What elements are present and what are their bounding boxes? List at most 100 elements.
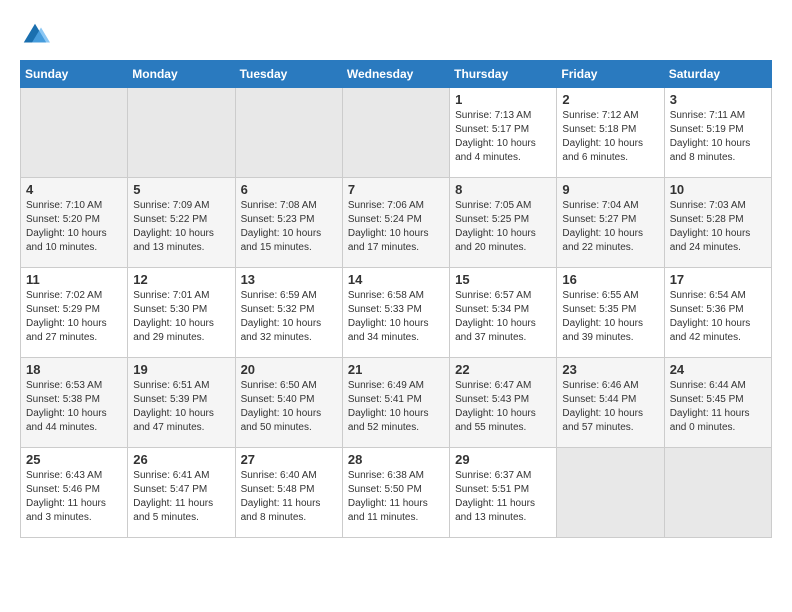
day-number: 8: [455, 182, 551, 197]
day-number: 2: [562, 92, 658, 107]
day-number: 25: [26, 452, 122, 467]
day-info: Sunrise: 6:37 AM Sunset: 5:51 PM Dayligh…: [455, 469, 551, 525]
day-info: Sunrise: 6:58 AM Sunset: 5:33 PM Dayligh…: [348, 289, 444, 345]
day-info: Sunrise: 6:47 AM Sunset: 5:43 PM Dayligh…: [455, 379, 551, 435]
calendar-cell: 13 Sunrise: 6:59 AM Sunset: 5:32 PM Dayli…: [235, 268, 342, 358]
day-info: Sunrise: 7:09 AM Sunset: 5:22 PM Dayligh…: [133, 199, 229, 255]
calendar-cell: 25 Sunrise: 6:43 AM Sunset: 5:46 PM Dayli…: [21, 448, 128, 538]
page-header: [20, 20, 772, 50]
calendar-cell: [664, 448, 771, 538]
day-number: 6: [241, 182, 337, 197]
day-number: 1: [455, 92, 551, 107]
day-number: 9: [562, 182, 658, 197]
calendar-cell: 22 Sunrise: 6:47 AM Sunset: 5:43 PM Dayli…: [450, 358, 557, 448]
day-info: Sunrise: 6:43 AM Sunset: 5:46 PM Dayligh…: [26, 469, 122, 525]
day-info: Sunrise: 7:11 AM Sunset: 5:19 PM Dayligh…: [670, 109, 766, 165]
day-number: 11: [26, 272, 122, 287]
calendar-cell: 3 Sunrise: 7:11 AM Sunset: 5:19 PM Daylig…: [664, 88, 771, 178]
day-info: Sunrise: 7:06 AM Sunset: 5:24 PM Dayligh…: [348, 199, 444, 255]
calendar-week-row: 25 Sunrise: 6:43 AM Sunset: 5:46 PM Dayli…: [21, 448, 772, 538]
day-info: Sunrise: 7:13 AM Sunset: 5:17 PM Dayligh…: [455, 109, 551, 165]
day-info: Sunrise: 6:38 AM Sunset: 5:50 PM Dayligh…: [348, 469, 444, 525]
day-info: Sunrise: 6:51 AM Sunset: 5:39 PM Dayligh…: [133, 379, 229, 435]
day-number: 15: [455, 272, 551, 287]
day-number: 24: [670, 362, 766, 377]
day-info: Sunrise: 6:41 AM Sunset: 5:47 PM Dayligh…: [133, 469, 229, 525]
day-number: 3: [670, 92, 766, 107]
weekday-header-tuesday: Tuesday: [235, 61, 342, 88]
calendar-cell: [128, 88, 235, 178]
calendar-cell: 9 Sunrise: 7:04 AM Sunset: 5:27 PM Daylig…: [557, 178, 664, 268]
day-number: 19: [133, 362, 229, 377]
calendar-cell: 23 Sunrise: 6:46 AM Sunset: 5:44 PM Dayli…: [557, 358, 664, 448]
calendar-cell: [235, 88, 342, 178]
calendar-cell: 6 Sunrise: 7:08 AM Sunset: 5:23 PM Daylig…: [235, 178, 342, 268]
day-info: Sunrise: 7:01 AM Sunset: 5:30 PM Dayligh…: [133, 289, 229, 345]
calendar-cell: 18 Sunrise: 6:53 AM Sunset: 5:38 PM Dayli…: [21, 358, 128, 448]
day-number: 16: [562, 272, 658, 287]
calendar-week-row: 4Sunrise: 7:10 AM Sunset: 5:20 PM Daylig…: [21, 178, 772, 268]
day-number: 23: [562, 362, 658, 377]
weekday-header-monday: Monday: [128, 61, 235, 88]
day-number: 5: [133, 182, 229, 197]
day-number: 7: [348, 182, 444, 197]
day-info: Sunrise: 6:49 AM Sunset: 5:41 PM Dayligh…: [348, 379, 444, 435]
calendar-cell: 5 Sunrise: 7:09 AM Sunset: 5:22 PM Daylig…: [128, 178, 235, 268]
calendar-cell: 14 Sunrise: 6:58 AM Sunset: 5:33 PM Dayli…: [342, 268, 449, 358]
day-number: 14: [348, 272, 444, 287]
day-number: 21: [348, 362, 444, 377]
day-info: Sunrise: 7:04 AM Sunset: 5:27 PM Dayligh…: [562, 199, 658, 255]
calendar-cell: 17 Sunrise: 6:54 AM Sunset: 5:36 PM Dayli…: [664, 268, 771, 358]
calendar-cell: [21, 88, 128, 178]
day-number: 10: [670, 182, 766, 197]
weekday-header-sunday: Sunday: [21, 61, 128, 88]
day-number: 13: [241, 272, 337, 287]
day-info: Sunrise: 7:03 AM Sunset: 5:28 PM Dayligh…: [670, 199, 766, 255]
calendar-week-row: 18 Sunrise: 6:53 AM Sunset: 5:38 PM Dayli…: [21, 358, 772, 448]
day-info: Sunrise: 7:05 AM Sunset: 5:25 PM Dayligh…: [455, 199, 551, 255]
calendar-table: SundayMondayTuesdayWednesdayThursdayFrid…: [20, 60, 772, 538]
logo: [20, 20, 52, 50]
day-info: Sunrise: 6:55 AM Sunset: 5:35 PM Dayligh…: [562, 289, 658, 345]
calendar-cell: 2 Sunrise: 7:12 AM Sunset: 5:18 PM Daylig…: [557, 88, 664, 178]
day-info: Sunrise: 7:08 AM Sunset: 5:23 PM Dayligh…: [241, 199, 337, 255]
calendar-cell: 21 Sunrise: 6:49 AM Sunset: 5:41 PM Dayli…: [342, 358, 449, 448]
calendar-cell: 1 Sunrise: 7:13 AM Sunset: 5:17 PM Daylig…: [450, 88, 557, 178]
calendar-cell: 15 Sunrise: 6:57 AM Sunset: 5:34 PM Dayli…: [450, 268, 557, 358]
weekday-header-saturday: Saturday: [664, 61, 771, 88]
calendar-cell: 12 Sunrise: 7:01 AM Sunset: 5:30 PM Dayli…: [128, 268, 235, 358]
day-number: 22: [455, 362, 551, 377]
day-info: Sunrise: 6:57 AM Sunset: 5:34 PM Dayligh…: [455, 289, 551, 345]
day-number: 26: [133, 452, 229, 467]
calendar-cell: 4Sunrise: 7:10 AM Sunset: 5:20 PM Daylig…: [21, 178, 128, 268]
day-info: Sunrise: 6:40 AM Sunset: 5:48 PM Dayligh…: [241, 469, 337, 525]
weekday-header-friday: Friday: [557, 61, 664, 88]
day-number: 29: [455, 452, 551, 467]
day-info: Sunrise: 6:59 AM Sunset: 5:32 PM Dayligh…: [241, 289, 337, 345]
day-info: Sunrise: 6:46 AM Sunset: 5:44 PM Dayligh…: [562, 379, 658, 435]
weekday-header-wednesday: Wednesday: [342, 61, 449, 88]
calendar-cell: 26 Sunrise: 6:41 AM Sunset: 5:47 PM Dayli…: [128, 448, 235, 538]
day-info: Sunrise: 7:12 AM Sunset: 5:18 PM Dayligh…: [562, 109, 658, 165]
calendar-cell: 10 Sunrise: 7:03 AM Sunset: 5:28 PM Dayli…: [664, 178, 771, 268]
day-info: Sunrise: 6:54 AM Sunset: 5:36 PM Dayligh…: [670, 289, 766, 345]
calendar-week-row: 1 Sunrise: 7:13 AM Sunset: 5:17 PM Daylig…: [21, 88, 772, 178]
calendar-cell: 11 Sunrise: 7:02 AM Sunset: 5:29 PM Dayli…: [21, 268, 128, 358]
calendar-cell: 8 Sunrise: 7:05 AM Sunset: 5:25 PM Daylig…: [450, 178, 557, 268]
calendar-cell: [342, 88, 449, 178]
calendar-cell: 16 Sunrise: 6:55 AM Sunset: 5:35 PM Dayli…: [557, 268, 664, 358]
day-info: Sunrise: 7:10 AM Sunset: 5:20 PM Dayligh…: [26, 199, 122, 255]
logo-icon: [20, 20, 50, 50]
day-info: Sunrise: 6:53 AM Sunset: 5:38 PM Dayligh…: [26, 379, 122, 435]
day-number: 20: [241, 362, 337, 377]
day-info: Sunrise: 7:02 AM Sunset: 5:29 PM Dayligh…: [26, 289, 122, 345]
day-number: 28: [348, 452, 444, 467]
day-number: 18: [26, 362, 122, 377]
calendar-week-row: 11 Sunrise: 7:02 AM Sunset: 5:29 PM Dayli…: [21, 268, 772, 358]
calendar-cell: 24Sunrise: 6:44 AM Sunset: 5:45 PM Dayli…: [664, 358, 771, 448]
day-number: 12: [133, 272, 229, 287]
calendar-cell: 28 Sunrise: 6:38 AM Sunset: 5:50 PM Dayli…: [342, 448, 449, 538]
calendar-cell: 7 Sunrise: 7:06 AM Sunset: 5:24 PM Daylig…: [342, 178, 449, 268]
calendar-cell: [557, 448, 664, 538]
day-number: 17: [670, 272, 766, 287]
